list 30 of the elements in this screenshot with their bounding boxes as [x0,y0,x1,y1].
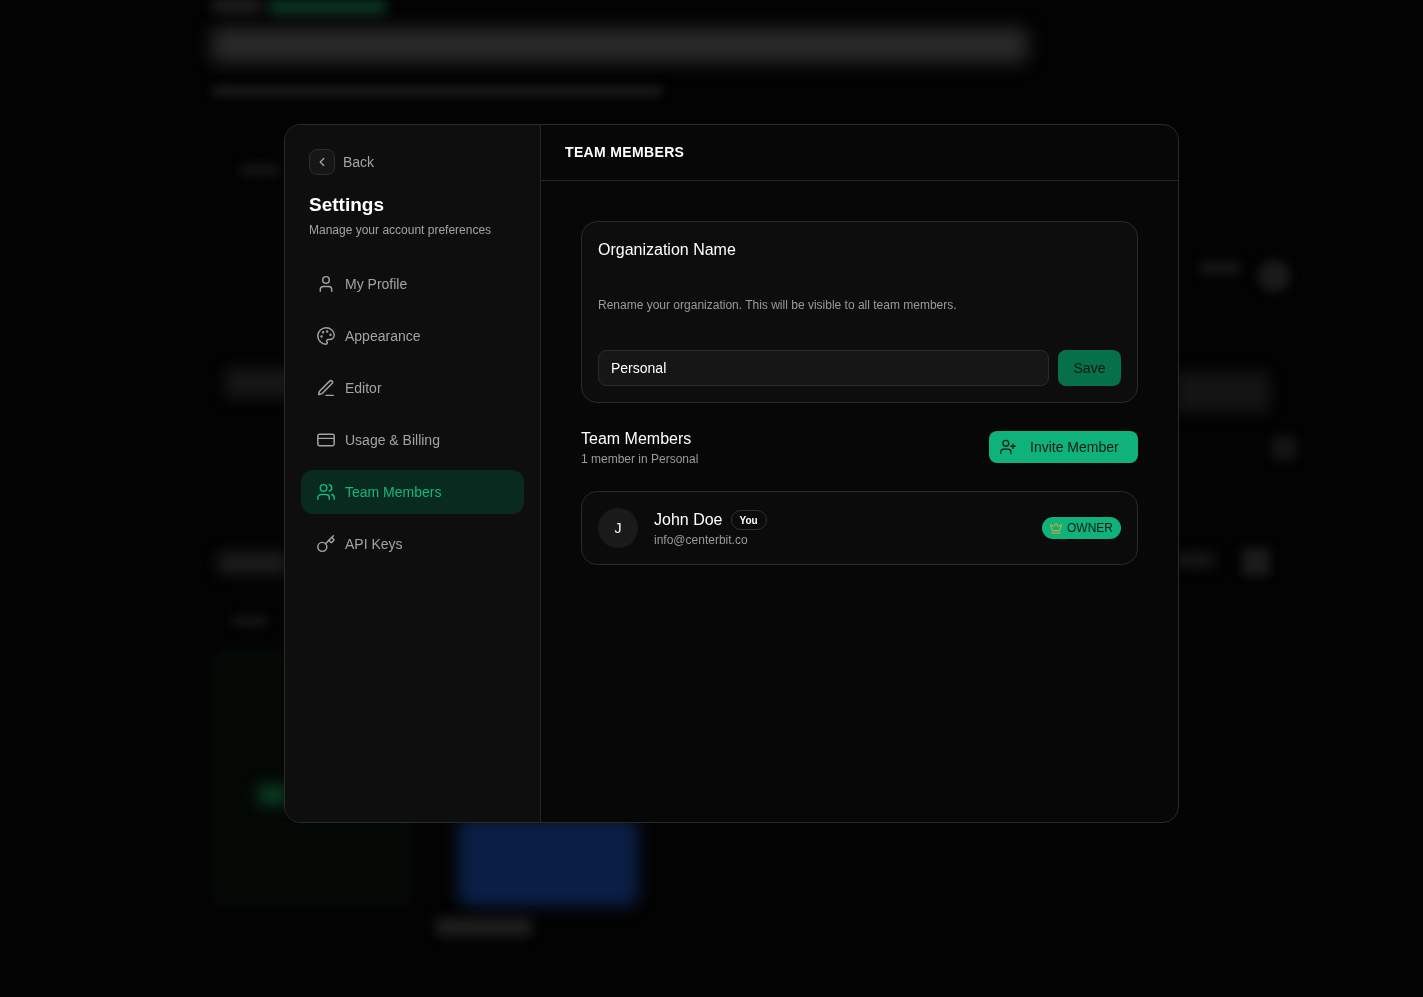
settings-subtitle: Manage your account preferences [309,222,492,238]
section-title: Organization Name [598,240,736,260]
member-email: info@centerbit.co [654,532,748,548]
back-button[interactable]: Back [309,149,375,175]
sidebar-nav-item[interactable]: Team Members [301,470,524,514]
credit-card-icon [317,431,335,449]
member-avatar: J [598,508,638,548]
chevron-left-icon [309,149,335,175]
organization-name-input[interactable]: Personal [598,350,1049,386]
palette-icon [317,327,335,345]
user-plus-icon [1000,439,1016,455]
sidebar-nav-item[interactable]: Editor [301,366,524,410]
crown-icon [1050,522,1062,534]
you-badge: You [730,510,767,530]
user-icon [317,275,335,293]
role-badge: OWNER [1042,517,1121,539]
section-title: Team Members [581,429,692,449]
member-count: 1 member in Personal [581,451,699,467]
sidebar-nav-item[interactable]: My Profile [301,262,524,306]
invite-member-button[interactable]: Invite Member [989,431,1138,463]
key-icon [317,535,335,553]
section-description: Rename your organization. This will be visible to all team members. [598,297,957,313]
users-icon [317,483,335,501]
pen-icon [317,379,335,397]
sidebar-nav-item[interactable]: Appearance [301,314,524,358]
settings-title: Settings [309,193,384,217]
page-heading: TEAM MEMBERS [565,143,685,162]
sidebar-nav-item[interactable]: Usage & Billing [301,418,524,462]
member-name: John Doe [654,510,723,530]
sidebar-nav-item[interactable]: API Keys [301,522,524,566]
